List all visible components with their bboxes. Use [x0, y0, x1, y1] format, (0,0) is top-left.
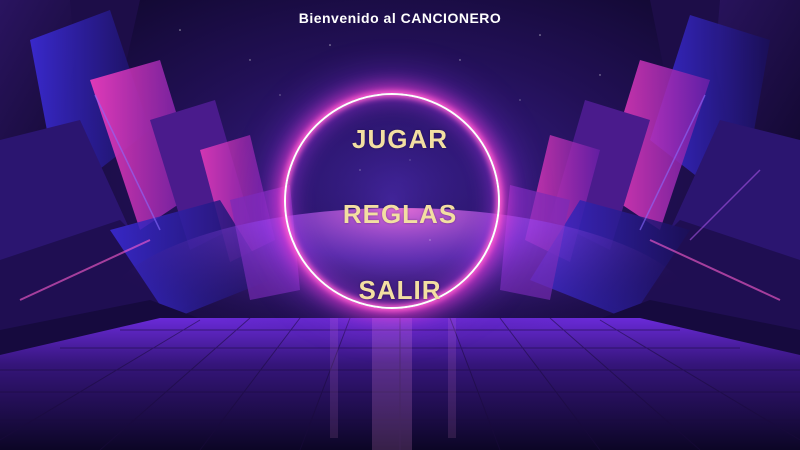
- rules-button[interactable]: REGLAS: [292, 199, 508, 230]
- exit-button[interactable]: SALIR: [292, 275, 508, 306]
- play-button[interactable]: JUGAR: [292, 124, 508, 155]
- main-menu-screen: Bienvenido al CANCIONERO JUGAR REGLAS SA…: [0, 0, 800, 450]
- welcome-title: Bienvenido al CANCIONERO: [298, 10, 502, 26]
